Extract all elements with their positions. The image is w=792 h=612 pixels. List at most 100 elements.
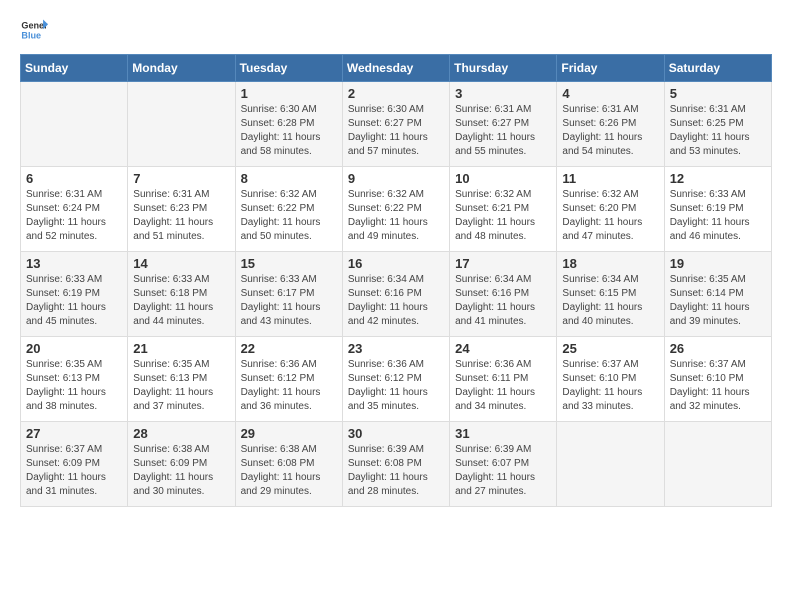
calendar-cell: 27 Sunrise: 6:37 AM Sunset: 6:09 PM Dayli… — [21, 422, 128, 507]
calendar-cell: 26Sunrise: 6:37 AM Sunset: 6:10 PM Dayli… — [664, 337, 771, 422]
day-number: 3 — [455, 86, 551, 101]
week-row: 6 Sunrise: 6:31 AM Sunset: 6:24 PM Daylig… — [21, 167, 772, 252]
calendar-cell: 29 Sunrise: 6:38 AM Sunset: 6:08 PM Dayli… — [235, 422, 342, 507]
calendar-cell: 23 Sunrise: 6:36 AM Sunset: 6:12 PM Dayli… — [342, 337, 449, 422]
day-number: 28 — [133, 426, 229, 441]
page-header: General Blue — [20, 16, 772, 44]
header-day: Friday — [557, 55, 664, 82]
calendar-cell: 10 Sunrise: 6:32 AM Sunset: 6:21 PM Dayli… — [450, 167, 557, 252]
day-detail: Sunrise: 6:31 AM Sunset: 6:24 PM Dayligh… — [26, 188, 122, 244]
day-number: 6 — [26, 171, 122, 186]
day-detail: Sunrise: 6:30 AM Sunset: 6:28 PM Dayligh… — [241, 103, 337, 159]
logo-icon: General Blue — [20, 16, 48, 44]
day-number: 4 — [562, 86, 658, 101]
day-detail: Sunrise: 6:31 AM Sunset: 6:23 PM Dayligh… — [133, 188, 229, 244]
calendar-cell: 30 Sunrise: 6:39 AM Sunset: 6:08 PM Dayli… — [342, 422, 449, 507]
day-number: 27 — [26, 426, 122, 441]
header-day: Tuesday — [235, 55, 342, 82]
calendar-cell: 25 Sunrise: 6:37 AM Sunset: 6:10 PM Dayli… — [557, 337, 664, 422]
day-detail: Sunrise: 6:34 AM Sunset: 6:16 PM Dayligh… — [455, 273, 551, 329]
day-detail: Sunrise: 6:38 AM Sunset: 6:08 PM Dayligh… — [241, 443, 337, 499]
day-number: 29 — [241, 426, 337, 441]
day-detail: Sunrise: 6:31 AM Sunset: 6:26 PM Dayligh… — [562, 103, 658, 159]
day-detail: Sunrise: 6:36 AM Sunset: 6:12 PM Dayligh… — [241, 358, 337, 414]
day-number: 13 — [26, 256, 122, 271]
header-row: SundayMondayTuesdayWednesdayThursdayFrid… — [21, 55, 772, 82]
day-detail: Sunrise: 6:38 AM Sunset: 6:09 PM Dayligh… — [133, 443, 229, 499]
day-number: 15 — [241, 256, 337, 271]
calendar-cell: 6 Sunrise: 6:31 AM Sunset: 6:24 PM Daylig… — [21, 167, 128, 252]
header-day: Thursday — [450, 55, 557, 82]
logo: General Blue — [20, 16, 48, 44]
day-number: 26 — [670, 341, 766, 356]
day-detail: Sunrise: 6:30 AM Sunset: 6:27 PM Dayligh… — [348, 103, 444, 159]
day-detail: Sunrise: 6:39 AM Sunset: 6:07 PM Dayligh… — [455, 443, 551, 499]
day-detail: Sunrise: 6:31 AM Sunset: 6:27 PM Dayligh… — [455, 103, 551, 159]
day-detail: Sunrise: 6:39 AM Sunset: 6:08 PM Dayligh… — [348, 443, 444, 499]
day-detail: Sunrise: 6:37 AM Sunset: 6:10 PM Dayligh… — [562, 358, 658, 414]
day-detail: Sunrise: 6:35 AM Sunset: 6:13 PM Dayligh… — [133, 358, 229, 414]
day-detail: Sunrise: 6:33 AM Sunset: 6:18 PM Dayligh… — [133, 273, 229, 329]
calendar-cell: 31 Sunrise: 6:39 AM Sunset: 6:07 PM Dayli… — [450, 422, 557, 507]
week-row: 13 Sunrise: 6:33 AM Sunset: 6:19 PM Dayli… — [21, 252, 772, 337]
calendar-cell: 8 Sunrise: 6:32 AM Sunset: 6:22 PM Daylig… — [235, 167, 342, 252]
calendar-cell: 13 Sunrise: 6:33 AM Sunset: 6:19 PM Dayli… — [21, 252, 128, 337]
calendar-cell: 9Sunrise: 6:32 AM Sunset: 6:22 PM Daylig… — [342, 167, 449, 252]
calendar-cell: 4 Sunrise: 6:31 AM Sunset: 6:26 PM Daylig… — [557, 82, 664, 167]
week-row: 20 Sunrise: 6:35 AM Sunset: 6:13 PM Dayli… — [21, 337, 772, 422]
day-number: 10 — [455, 171, 551, 186]
day-detail: Sunrise: 6:36 AM Sunset: 6:12 PM Dayligh… — [348, 358, 444, 414]
calendar-header: SundayMondayTuesdayWednesdayThursdayFrid… — [21, 55, 772, 82]
calendar-cell: 15 Sunrise: 6:33 AM Sunset: 6:17 PM Dayli… — [235, 252, 342, 337]
svg-text:Blue: Blue — [21, 30, 41, 40]
day-detail: Sunrise: 6:34 AM Sunset: 6:16 PM Dayligh… — [348, 273, 444, 329]
calendar-cell — [128, 82, 235, 167]
calendar-cell: 16 Sunrise: 6:34 AM Sunset: 6:16 PM Dayli… — [342, 252, 449, 337]
day-detail: Sunrise: 6:32 AM Sunset: 6:22 PM Dayligh… — [241, 188, 337, 244]
day-number: 25 — [562, 341, 658, 356]
calendar-cell: 21 Sunrise: 6:35 AM Sunset: 6:13 PM Dayli… — [128, 337, 235, 422]
day-detail: Sunrise: 6:32 AM Sunset: 6:22 PM Dayligh… — [348, 188, 444, 244]
day-number: 18 — [562, 256, 658, 271]
day-detail: Sunrise: 6:37 AM Sunset: 6:09 PM Dayligh… — [26, 443, 122, 499]
calendar-body: 1 Sunrise: 6:30 AM Sunset: 6:28 PM Daylig… — [21, 82, 772, 507]
day-number: 19 — [670, 256, 766, 271]
day-number: 20 — [26, 341, 122, 356]
day-detail: Sunrise: 6:33 AM Sunset: 6:19 PM Dayligh… — [26, 273, 122, 329]
header-day: Saturday — [664, 55, 771, 82]
day-number: 30 — [348, 426, 444, 441]
calendar-cell: 1 Sunrise: 6:30 AM Sunset: 6:28 PM Daylig… — [235, 82, 342, 167]
calendar-cell: 22 Sunrise: 6:36 AM Sunset: 6:12 PM Dayli… — [235, 337, 342, 422]
day-number: 11 — [562, 171, 658, 186]
day-number: 16 — [348, 256, 444, 271]
day-number: 7 — [133, 171, 229, 186]
calendar-cell: 19Sunrise: 6:35 AM Sunset: 6:14 PM Dayli… — [664, 252, 771, 337]
calendar-cell — [21, 82, 128, 167]
calendar-cell — [664, 422, 771, 507]
week-row: 1 Sunrise: 6:30 AM Sunset: 6:28 PM Daylig… — [21, 82, 772, 167]
day-number: 21 — [133, 341, 229, 356]
calendar-cell: 3 Sunrise: 6:31 AM Sunset: 6:27 PM Daylig… — [450, 82, 557, 167]
calendar-cell: 2Sunrise: 6:30 AM Sunset: 6:27 PM Daylig… — [342, 82, 449, 167]
header-day: Monday — [128, 55, 235, 82]
week-row: 27 Sunrise: 6:37 AM Sunset: 6:09 PM Dayli… — [21, 422, 772, 507]
calendar-cell: 24Sunrise: 6:36 AM Sunset: 6:11 PM Dayli… — [450, 337, 557, 422]
calendar-cell: 7 Sunrise: 6:31 AM Sunset: 6:23 PM Daylig… — [128, 167, 235, 252]
day-detail: Sunrise: 6:36 AM Sunset: 6:11 PM Dayligh… — [455, 358, 551, 414]
day-number: 12 — [670, 171, 766, 186]
day-number: 22 — [241, 341, 337, 356]
day-number: 23 — [348, 341, 444, 356]
calendar-cell: 5Sunrise: 6:31 AM Sunset: 6:25 PM Daylig… — [664, 82, 771, 167]
day-detail: Sunrise: 6:35 AM Sunset: 6:13 PM Dayligh… — [26, 358, 122, 414]
day-number: 8 — [241, 171, 337, 186]
day-number: 31 — [455, 426, 551, 441]
day-number: 17 — [455, 256, 551, 271]
calendar-cell: 18Sunrise: 6:34 AM Sunset: 6:15 PM Dayli… — [557, 252, 664, 337]
day-detail: Sunrise: 6:33 AM Sunset: 6:17 PM Dayligh… — [241, 273, 337, 329]
calendar-cell: 12Sunrise: 6:33 AM Sunset: 6:19 PM Dayli… — [664, 167, 771, 252]
day-number: 5 — [670, 86, 766, 101]
day-detail: Sunrise: 6:32 AM Sunset: 6:21 PM Dayligh… — [455, 188, 551, 244]
calendar-cell: 14Sunrise: 6:33 AM Sunset: 6:18 PM Dayli… — [128, 252, 235, 337]
day-number: 1 — [241, 86, 337, 101]
calendar-cell: 17 Sunrise: 6:34 AM Sunset: 6:16 PM Dayli… — [450, 252, 557, 337]
